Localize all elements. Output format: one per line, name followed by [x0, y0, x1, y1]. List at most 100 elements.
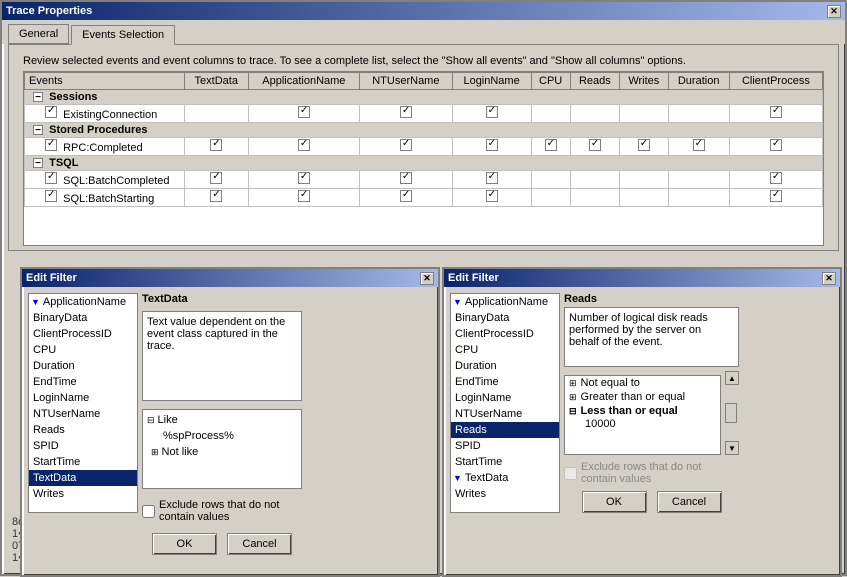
cb-ec-client[interactable] — [770, 106, 782, 118]
filter-left-exclude-cb[interactable] — [142, 505, 155, 518]
filter-right-exclude-row: Exclude rows that do not contain values — [564, 459, 739, 487]
filter-left-info: TextData Text value dependent on the eve… — [142, 293, 302, 555]
group-stored-procs: − Stored Procedures — [25, 123, 823, 138]
expand-greater-equal: ⊞ — [569, 392, 577, 403]
cb-rpc-client[interactable] — [770, 139, 782, 151]
filter-left-cancel-btn[interactable]: Cancel — [227, 533, 292, 555]
filter-left-item-appname[interactable]: ▼ ApplicationName — [29, 294, 137, 310]
filter-right-item-writes[interactable]: Writes — [451, 486, 559, 502]
cb-bc-appname[interactable] — [298, 172, 310, 184]
collapse-stored-procs[interactable]: − — [33, 125, 43, 135]
filter-left-exclude-row: Exclude rows that do not contain values — [142, 497, 302, 525]
cb-ec-ntuser[interactable] — [400, 106, 412, 118]
filter-left-item-clientpid[interactable]: ClientProcessID — [29, 326, 137, 342]
cb-batch-completed[interactable] — [45, 172, 57, 184]
expand-not-equal: ⊞ — [569, 378, 577, 389]
cb-bc-client[interactable] — [770, 172, 782, 184]
filter-left-item-ntuser[interactable]: NTUserName — [29, 406, 137, 422]
filter-left-item-duration[interactable]: Duration — [29, 358, 137, 374]
cb-rpc-ntuser[interactable] — [400, 139, 412, 151]
row-rpc-completed: RPC:Completed — [25, 138, 823, 156]
condition-less-equal[interactable]: ⊟ Less than or equal — [565, 404, 720, 418]
close-button[interactable]: ✕ — [827, 5, 841, 18]
condition-area: ⊞ Not equal to ⊞ Greater than or equal ⊟… — [564, 371, 739, 455]
scroll-thumb-conditions[interactable] — [725, 403, 737, 423]
like-label: Like — [158, 414, 178, 426]
tab-general[interactable]: General — [8, 24, 69, 44]
cb-rpc-login[interactable] — [486, 139, 498, 151]
filter-left-info-label: TextData — [142, 293, 302, 305]
cb-bc-login[interactable] — [486, 172, 498, 184]
cb-rpc-reads[interactable] — [589, 139, 601, 151]
filter-left-close[interactable]: ✕ — [420, 272, 434, 285]
cb-rpc-appname[interactable] — [298, 139, 310, 151]
condition-not-equal[interactable]: ⊞ Not equal to — [565, 376, 720, 390]
filter-left-item-starttime[interactable]: StartTime — [29, 454, 137, 470]
filter-right-item-starttime[interactable]: StartTime — [451, 454, 559, 470]
cb-rpc-cpu[interactable] — [545, 139, 557, 151]
collapse-sessions[interactable]: − — [33, 92, 43, 102]
cb-rpc-writes[interactable] — [638, 139, 650, 151]
cb-bs-appname[interactable] — [298, 190, 310, 202]
group-stored-procs-label: Stored Procedures — [49, 124, 147, 136]
filter-right-item-reads[interactable]: Reads — [451, 422, 559, 438]
filter-right-item-appname[interactable]: ▼ ApplicationName — [451, 294, 559, 310]
filter-left-item-reads[interactable]: Reads — [29, 422, 137, 438]
cb-batch-starting[interactable] — [45, 190, 57, 202]
cb-bc-ntuser[interactable] — [400, 172, 412, 184]
cb-ec-appname[interactable] — [298, 106, 310, 118]
filter-right-list[interactable]: ▼ ApplicationName BinaryData ClientProce… — [450, 293, 560, 513]
filter-right-close[interactable]: ✕ — [822, 272, 836, 285]
cb-ec-login[interactable] — [486, 106, 498, 118]
filter-left-item-textdata[interactable]: TextData — [29, 470, 137, 486]
filter-right-item-loginname[interactable]: LoginName — [451, 390, 559, 406]
cb-rpc[interactable] — [45, 139, 57, 151]
filter-right-item-cpu[interactable]: CPU — [451, 342, 559, 358]
col-ntusername: NTUserName — [360, 73, 452, 90]
row-batch-starting: SQL:BatchStarting — [25, 189, 823, 207]
filter-left-item-writes[interactable]: Writes — [29, 486, 137, 502]
collapse-tsql[interactable]: − — [33, 158, 43, 168]
edit-filter-right: Edit Filter ✕ ▼ ApplicationName BinaryDa… — [442, 267, 842, 577]
filter-left-item-loginname[interactable]: LoginName — [29, 390, 137, 406]
expand-less-equal: ⊟ — [569, 406, 577, 417]
condition-greater-equal[interactable]: ⊞ Greater than or equal — [565, 390, 720, 404]
cb-bs-client[interactable] — [770, 190, 782, 202]
filter-right-item-endtime[interactable]: EndTime — [451, 374, 559, 390]
filter-right-item-textdata[interactable]: ▼ TextData — [451, 470, 559, 486]
filter-left-item-spid[interactable]: SPID — [29, 438, 137, 454]
cb-bs-ntuser[interactable] — [400, 190, 412, 202]
scroll-down-conditions[interactable]: ▼ — [725, 441, 739, 455]
cb-existing[interactable] — [45, 106, 57, 118]
cb-bs-text[interactable] — [210, 190, 222, 202]
filter-right-item-duration[interactable]: Duration — [451, 358, 559, 374]
col-appname: ApplicationName — [248, 73, 360, 90]
filter-right-cancel-btn[interactable]: Cancel — [657, 491, 722, 513]
event-name-batch-starting: SQL:BatchStarting — [25, 189, 185, 207]
filter-left-list[interactable]: ▼ ApplicationName BinaryData ClientProce… — [28, 293, 138, 513]
cb-rpc-text[interactable] — [210, 139, 222, 151]
events-table-container[interactable]: Events TextData ApplicationName NTUserNa… — [23, 71, 824, 246]
filter-right-item-binary[interactable]: BinaryData — [451, 310, 559, 326]
filter-left-ok-btn[interactable]: OK — [152, 533, 217, 555]
row-existing-connection: ExistingConnection — [25, 105, 823, 123]
cb-bc-text[interactable] — [210, 172, 222, 184]
event-name-batch-completed: SQL:BatchCompleted — [25, 171, 185, 189]
filter-right-item-spid[interactable]: SPID — [451, 438, 559, 454]
tab-events-selection[interactable]: Events Selection — [71, 25, 175, 45]
filter-left-item-endtime[interactable]: EndTime — [29, 374, 137, 390]
condition-box[interactable]: ⊞ Not equal to ⊞ Greater than or equal ⊟… — [564, 375, 721, 455]
group-sessions-label: Sessions — [49, 91, 97, 103]
filter-left-like-header: ⊟ Like — [147, 414, 297, 426]
cb-rpc-duration[interactable] — [693, 139, 705, 151]
scroll-up-conditions[interactable]: ▲ — [725, 371, 739, 385]
filter-right-ok-btn[interactable]: OK — [582, 491, 647, 513]
filter-left-item-binary[interactable]: BinaryData — [29, 310, 137, 326]
col-reads: Reads — [570, 73, 619, 90]
filter-right-exclude-cb[interactable] — [564, 467, 577, 480]
filter-left-item-cpu[interactable]: CPU — [29, 342, 137, 358]
filter-right-item-clientpid[interactable]: ClientProcessID — [451, 326, 559, 342]
title-bar-buttons: ✕ — [827, 5, 841, 18]
cb-bs-login[interactable] — [486, 190, 498, 202]
filter-right-item-ntuser[interactable]: NTUserName — [451, 406, 559, 422]
